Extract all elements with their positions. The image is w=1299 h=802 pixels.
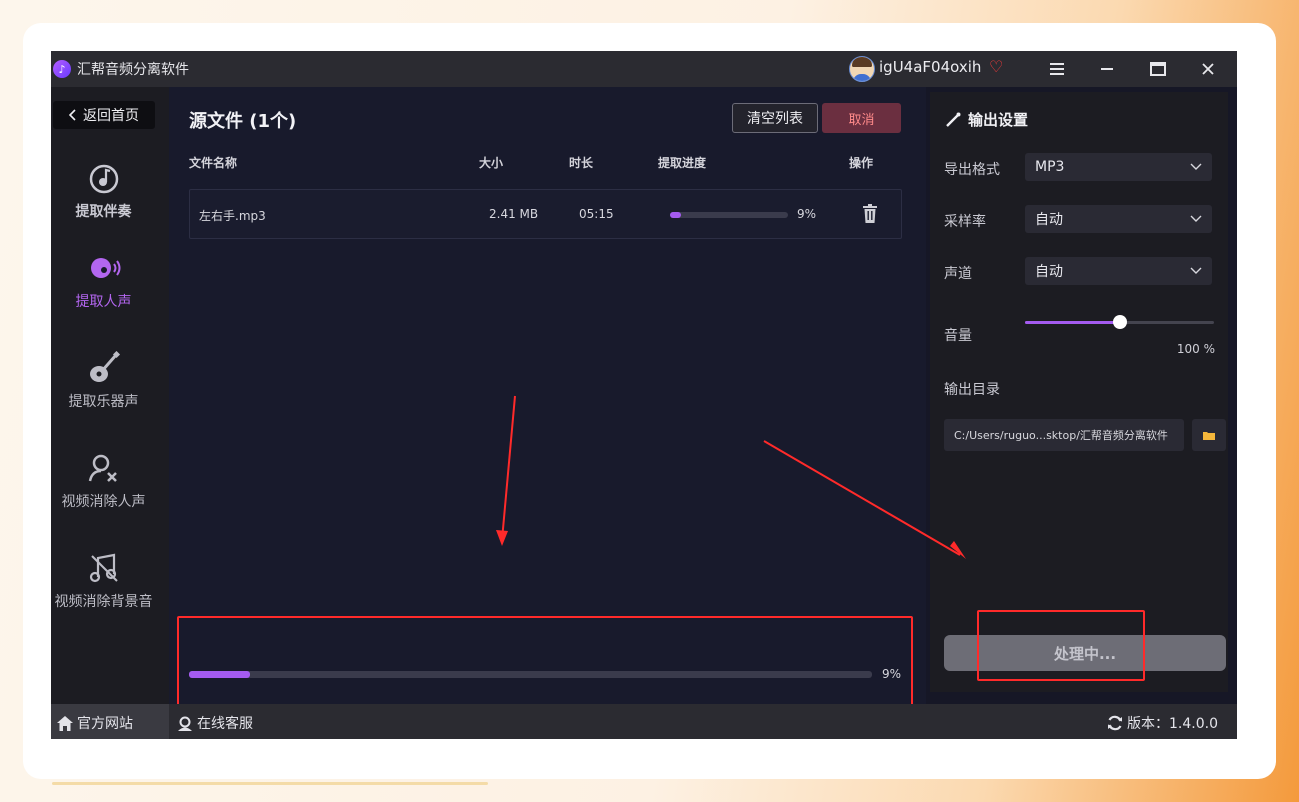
version-info[interactable]: 版本：1.4.0.0 <box>1107 713 1218 733</box>
volume-slider-fill <box>1025 321 1120 324</box>
sidebar-item-extract-accompaniment[interactable]: 提取伴奏 <box>51 161 156 221</box>
volume-label: 音量 <box>944 328 972 344</box>
menu-icon <box>1050 63 1064 75</box>
format-select[interactable]: MP3 <box>1025 153 1212 181</box>
sidebar-item-extract-instruments[interactable]: 提取乐器声 <box>51 351 156 411</box>
home-icon <box>57 715 73 731</box>
annotation-box-progress <box>177 616 913 709</box>
column-header-progress: 提取进度 <box>658 156 707 170</box>
app-title: 汇帮音频分离软件 <box>77 62 189 78</box>
vip-heart-icon[interactable]: ♡ <box>989 58 1007 76</box>
channel-label: 声道 <box>944 266 972 282</box>
channel-select[interactable]: 自动 <box>1025 257 1212 285</box>
close-button[interactable] <box>1188 51 1228 87</box>
samplerate-select[interactable]: 自动 <box>1025 205 1212 233</box>
sidebar: 返回首页 提取伴奏 提取人声 提取乐器声 视频消除人声 视频消除背景音 <box>51 87 169 704</box>
close-icon <box>1202 63 1214 75</box>
chevron-left-icon <box>69 109 76 121</box>
column-header-duration: 时长 <box>569 156 594 170</box>
user-avatar[interactable] <box>849 56 875 82</box>
file-name: 左右手.mp3 <box>199 209 266 223</box>
volume-slider[interactable] <box>1025 315 1214 329</box>
table-row[interactable]: 左右手.mp3 2.41 MB 05:15 9% <box>189 189 902 239</box>
file-progress-bar <box>670 212 788 218</box>
output-dir-label: 输出目录 <box>944 382 1000 398</box>
column-header-name: 文件名称 <box>189 156 238 170</box>
menu-button[interactable] <box>1037 51 1077 87</box>
output-settings-label: 输出设置 <box>968 111 1029 129</box>
headset-icon <box>178 716 192 731</box>
online-support-label: 在线客服 <box>197 716 253 732</box>
file-progress-text: 9% <box>797 207 817 221</box>
output-settings-title: 输出设置 <box>945 109 1028 130</box>
username[interactable]: igU4aF04oxih <box>879 58 981 76</box>
app-window: ♪ 汇帮音频分离软件 igU4aF04oxih ♡ 返回首页 提取伴奏 提取人声… <box>51 51 1237 739</box>
sidebar-item-label: 视频消除人声 <box>61 494 146 510</box>
chevron-down-icon <box>1190 163 1202 170</box>
file-duration: 05:15 <box>579 207 614 221</box>
sidebar-item-label: 视频消除背景音 <box>54 594 153 610</box>
volume-slider-handle[interactable] <box>1112 315 1127 329</box>
chevron-down-icon <box>1190 215 1202 222</box>
sidebar-item-label: 提取人声 <box>75 294 132 310</box>
user-remove-icon <box>88 454 117 482</box>
decorative-underline <box>52 782 488 785</box>
channel-value: 自动 <box>1035 264 1063 280</box>
voice-icon <box>90 258 120 278</box>
back-home-label: 返回首页 <box>83 108 139 124</box>
file-progress-fill <box>670 212 681 218</box>
back-home-button[interactable]: 返回首页 <box>53 101 155 129</box>
column-header-action: 操作 <box>849 156 874 170</box>
minimize-icon <box>1101 68 1113 70</box>
sidebar-item-video-remove-bgm[interactable]: 视频消除背景音 <box>51 551 156 611</box>
version-label: 版本：1.4.0.0 <box>1127 716 1218 732</box>
output-settings-panel: 输出设置 导出格式 MP3 采样率 自动 声道 自动 音量 100 % 输出目录… <box>930 92 1228 692</box>
online-support-link[interactable]: 在线客服 <box>177 713 253 733</box>
refresh-icon <box>1108 715 1122 731</box>
sidebar-item-extract-vocals[interactable]: 提取人声 <box>51 251 156 311</box>
chevron-down-icon <box>1190 267 1202 274</box>
brush-icon <box>946 112 961 127</box>
app-logo-icon: ♪ <box>53 60 71 78</box>
column-header-size: 大小 <box>479 156 504 170</box>
browse-folder-button[interactable] <box>1192 419 1226 451</box>
official-website-link[interactable]: 官方网站 <box>57 713 133 733</box>
annotation-box-processing <box>977 610 1145 681</box>
clear-list-button[interactable]: 清空列表 <box>732 103 818 133</box>
output-dir-value: C:/Users/ruguo...sktop/汇帮音频分离软件 <box>954 429 1168 442</box>
page-title: 源文件 (1个) <box>189 111 297 132</box>
trash-icon[interactable] <box>862 204 878 223</box>
sidebar-item-label: 提取伴奏 <box>75 204 132 220</box>
title-bar: ♪ 汇帮音频分离软件 igU4aF04oxih ♡ <box>51 51 1237 87</box>
maximize-icon <box>1150 62 1166 76</box>
format-label: 导出格式 <box>944 162 1000 178</box>
guitar-icon <box>89 351 120 382</box>
music-mute-icon <box>89 553 118 583</box>
output-dir-field[interactable]: C:/Users/ruguo...sktop/汇帮音频分离软件 <box>944 419 1184 451</box>
cancel-button[interactable]: 取消 <box>822 103 901 133</box>
sidebar-item-label: 提取乐器声 <box>68 394 139 410</box>
official-website-label: 官方网站 <box>77 716 133 732</box>
file-size: 2.41 MB <box>489 207 539 221</box>
maximize-button[interactable] <box>1138 51 1178 87</box>
folder-icon <box>1203 431 1215 440</box>
volume-value: 100 % <box>1176 342 1215 356</box>
music-disc-icon <box>89 164 118 194</box>
minimize-button[interactable] <box>1087 51 1127 87</box>
sidebar-item-video-remove-vocals[interactable]: 视频消除人声 <box>51 451 156 511</box>
format-value: MP3 <box>1035 159 1065 175</box>
samplerate-label: 采样率 <box>944 214 986 230</box>
samplerate-value: 自动 <box>1035 212 1063 228</box>
status-bar: 官方网站 在线客服 版本：1.4.0.0 <box>51 704 1237 739</box>
main-panel: 源文件 (1个) 清空列表 取消 文件名称 大小 时长 提取进度 操作 左右手.… <box>169 87 926 709</box>
